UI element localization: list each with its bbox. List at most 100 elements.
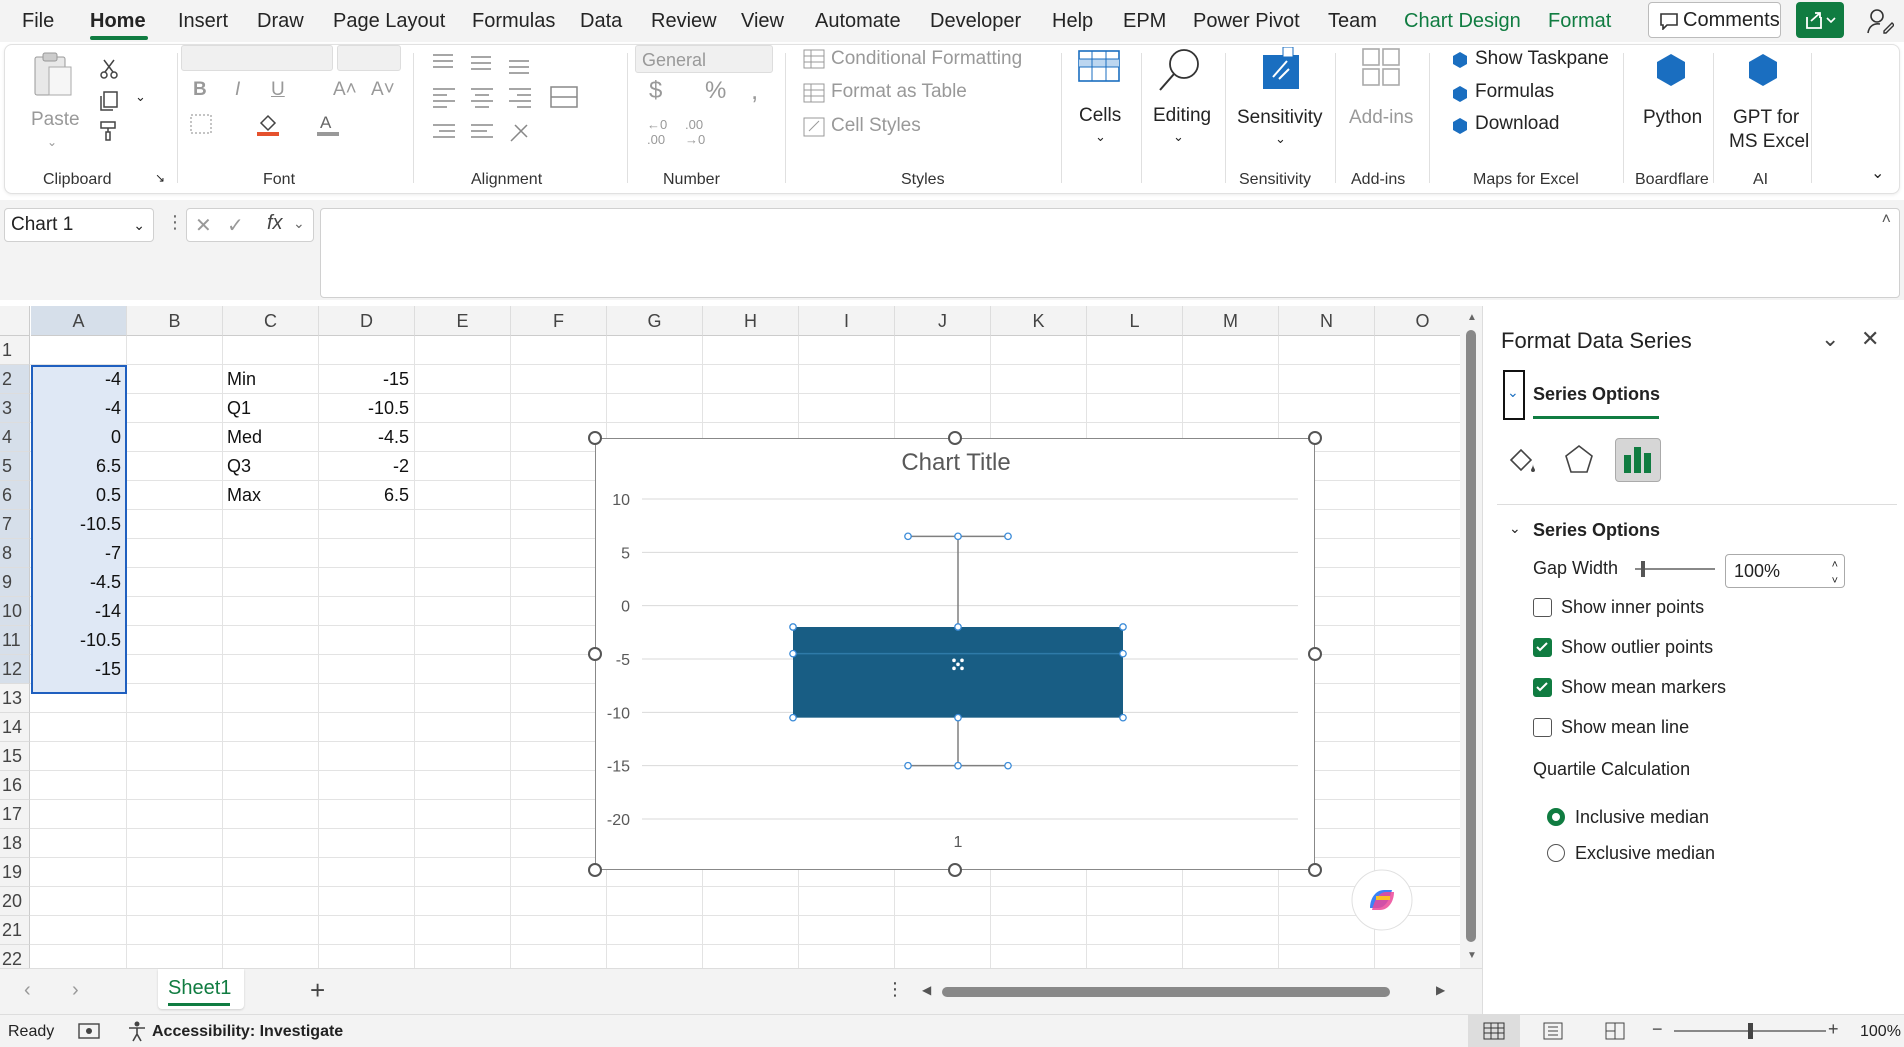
menu-tab-format[interactable]: Format [1548, 10, 1611, 33]
cells-label[interactable]: Cells [1079, 105, 1121, 127]
row-header-3[interactable]: 3 [0, 394, 30, 423]
show-taskpane-button[interactable]: Show Taskpane [1475, 48, 1609, 70]
scroll-right-icon[interactable]: ▶ [1436, 983, 1445, 997]
menu-tab-view[interactable]: View [741, 10, 784, 33]
row-header-16[interactable]: 16 [0, 771, 30, 800]
column-header-o[interactable]: O [1375, 306, 1460, 336]
cell-d2[interactable]: -15 [323, 365, 409, 394]
gpt-button-line2[interactable]: MS Excel [1729, 131, 1809, 153]
column-header-g[interactable]: G [607, 306, 703, 336]
menu-tab-help[interactable]: Help [1052, 10, 1093, 33]
cell-d4[interactable]: -4.5 [323, 423, 409, 452]
radio-label[interactable]: Inclusive median [1575, 807, 1709, 828]
menu-tab-developer[interactable]: Developer [930, 10, 1021, 33]
checkbox-label[interactable]: Show mean markers [1561, 677, 1726, 698]
gpt-button-line1[interactable]: GPT for [1733, 107, 1799, 129]
number-format-select[interactable]: General [635, 45, 773, 73]
chart-resize-handle[interactable] [588, 647, 602, 661]
menu-tab-epm[interactable]: EPM [1123, 10, 1166, 33]
pane-options-icon[interactable]: ⌄ [1821, 326, 1839, 352]
scroll-left-icon[interactable]: ◀ [922, 983, 931, 997]
cell-c5[interactable]: Q3 [227, 452, 313, 481]
cell-a11[interactable]: -10.5 [35, 626, 121, 655]
currency-button[interactable]: $ [649, 77, 662, 105]
column-header-f[interactable]: F [511, 306, 607, 336]
accessibility-status[interactable]: Accessibility: Investigate [152, 1023, 343, 1041]
comments-button[interactable]: Comments [1648, 2, 1781, 38]
add-ins-icon[interactable] [1361, 47, 1401, 87]
cell-a12[interactable]: -15 [35, 655, 121, 684]
menu-tab-home[interactable]: Home [90, 10, 146, 33]
sheet-tab-sheet1[interactable]: Sheet1 [158, 969, 244, 1009]
effects-icon[interactable] [1561, 442, 1597, 478]
row-header-12[interactable]: 12 [0, 655, 30, 684]
chart-plot[interactable]: 10 5 0 -5 -10 -15 -20 1 [596, 439, 1316, 871]
insert-function-button[interactable]: fx [267, 212, 283, 235]
checkbox-label[interactable]: Show inner points [1561, 597, 1704, 618]
cell-c4[interactable]: Med [227, 423, 313, 452]
alignment-icons[interactable] [429, 49, 599, 159]
collapse-formula-icon[interactable]: ˄ [1882, 211, 1891, 229]
cell-d6[interactable]: 6.5 [323, 481, 409, 510]
chart-resize-handle[interactable] [948, 431, 962, 445]
row-header-7[interactable]: 7 [0, 510, 30, 539]
conditional-formatting-button[interactable]: Conditional Formatting [831, 48, 1022, 70]
maps-download-button[interactable]: Download [1475, 113, 1560, 135]
menu-tab-review[interactable]: Review [651, 10, 717, 33]
checkbox-label[interactable]: Show mean line [1561, 717, 1689, 738]
menu-tab-chart-design[interactable]: Chart Design [1404, 10, 1521, 33]
row-header-22[interactable]: 22 [0, 945, 30, 968]
account-icon[interactable] [1866, 7, 1894, 35]
increase-font-icon[interactable]: A˄ [333, 79, 357, 101]
cancel-icon[interactable]: ✕ [195, 213, 212, 238]
chevron-down-icon[interactable]: ⌄ [293, 215, 305, 232]
menu-tab-automate[interactable]: Automate [815, 10, 901, 33]
row-header-5[interactable]: 5 [0, 452, 30, 481]
python-icon[interactable] [1655, 53, 1687, 87]
font-name-select[interactable] [181, 45, 333, 71]
more-icon[interactable]: ⋮ [166, 212, 184, 233]
format-as-table-button[interactable]: Format as Table [831, 81, 967, 103]
horizontal-scroll-thumb[interactable] [942, 987, 1390, 997]
vertical-scroll-thumb[interactable] [1466, 330, 1476, 942]
chart-resize-handle[interactable] [588, 431, 602, 445]
scroll-down-icon[interactable]: ▼ [1467, 950, 1477, 961]
series-options-icon-button[interactable] [1615, 438, 1661, 482]
column-header-l[interactable]: L [1087, 306, 1183, 336]
zoom-out-icon[interactable]: − [1652, 1019, 1663, 1040]
cell-a10[interactable]: -14 [35, 597, 121, 626]
row-header-18[interactable]: 18 [0, 829, 30, 858]
checkbox-show-mean-markers[interactable] [1533, 678, 1552, 697]
cell-a2[interactable]: -4 [35, 365, 121, 394]
paste-label[interactable]: Paste [31, 109, 80, 131]
row-header-8[interactable]: 8 [0, 539, 30, 568]
row-header-2[interactable]: 2 [0, 365, 30, 394]
column-header-h[interactable]: H [703, 306, 799, 336]
column-header-i[interactable]: I [799, 306, 895, 336]
row-header-14[interactable]: 14 [0, 713, 30, 742]
radio-exclusive-median[interactable] [1547, 844, 1565, 862]
page-layout-icon[interactable] [1542, 1022, 1564, 1040]
radio-label[interactable]: Exclusive median [1575, 843, 1715, 864]
row-header-21[interactable]: 21 [0, 916, 30, 945]
column-header-k[interactable]: K [991, 306, 1087, 336]
column-header-m[interactable]: M [1183, 306, 1279, 336]
comma-button[interactable]: , [751, 75, 758, 106]
cut-icon[interactable] [97, 57, 121, 81]
row-header-20[interactable]: 20 [0, 887, 30, 916]
cell-a3[interactable]: -4 [35, 394, 121, 423]
zoom-in-icon[interactable]: + [1828, 1019, 1839, 1040]
more-icon[interactable]: ⋮ [886, 979, 904, 1000]
series-options-section[interactable]: Series Options [1533, 520, 1660, 541]
cell-styles-button[interactable]: Cell Styles [831, 115, 921, 137]
fill-color-icon[interactable] [255, 111, 281, 137]
cell-a9[interactable]: -4.5 [35, 568, 121, 597]
row-header-9[interactable]: 9 [0, 568, 30, 597]
gap-width-slider[interactable] [1635, 568, 1715, 570]
cell-c3[interactable]: Q1 [227, 394, 313, 423]
font-size-select[interactable] [337, 45, 401, 71]
chart-resize-handle[interactable] [948, 863, 962, 877]
column-header-b[interactable]: B [127, 306, 223, 336]
name-box[interactable]: Chart 1 ⌄ [4, 208, 154, 242]
chart-resize-handle[interactable] [1308, 431, 1322, 445]
